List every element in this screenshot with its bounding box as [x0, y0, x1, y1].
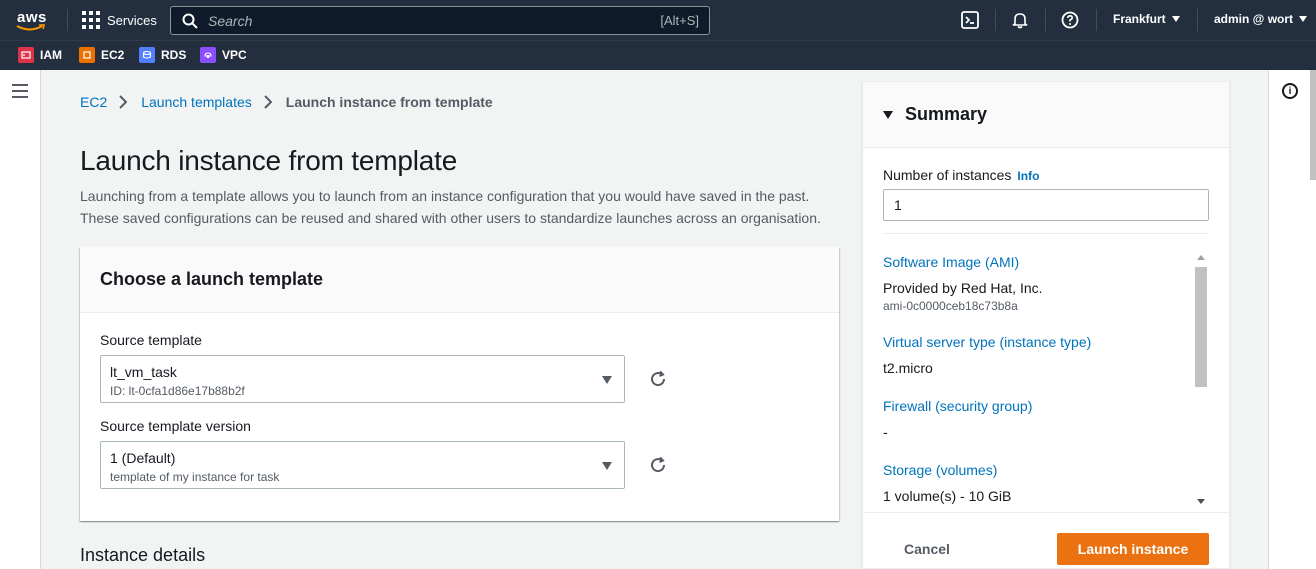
breadcrumb-current: Launch instance from template	[285, 94, 493, 110]
vpc-service-icon	[200, 47, 216, 63]
template-version-label: Source template version	[100, 418, 251, 434]
menu-icon[interactable]	[12, 84, 28, 98]
summary-details-list: Software Image (AMI) Provided by Red Hat…	[883, 247, 1209, 509]
left-rail	[0, 70, 41, 569]
cancel-button[interactable]: Cancel	[885, 533, 969, 565]
source-template-select[interactable]: lt_vm_task ID: lt-0cfa1d86e17b88b2f	[100, 355, 625, 403]
firewall-link[interactable]: Firewall (security group)	[883, 398, 1032, 414]
search-bar[interactable]: [Alt+S]	[170, 6, 710, 35]
ec2-service-icon	[79, 47, 95, 63]
summary-title: Summary	[905, 104, 988, 124]
instance-type-value: t2.micro	[883, 360, 933, 376]
page-description: Launching from a template allows you to …	[80, 188, 821, 226]
firewall-value: -	[883, 424, 888, 440]
aws-smile-icon	[16, 24, 46, 31]
refresh-icon[interactable]	[647, 368, 669, 390]
account-label: admin @ wort	[1214, 12, 1294, 26]
chevron-right-icon	[264, 95, 274, 109]
chevron-right-icon	[119, 95, 129, 109]
source-template-id: ID: lt-0cfa1d86e17b88b2f	[110, 384, 245, 398]
right-rail: i	[1268, 70, 1316, 569]
caret-down-icon	[1171, 16, 1180, 22]
breadcrumb-link-launch-templates[interactable]: Launch templates	[141, 94, 252, 110]
search-icon	[182, 13, 198, 29]
help-icon[interactable]	[1060, 10, 1080, 30]
caret-down-icon	[1299, 16, 1308, 22]
search-input[interactable]	[208, 12, 661, 29]
launch-template-card: Choose a launch template Source template…	[80, 247, 839, 521]
breadcrumb-link-ec2[interactable]: EC2	[80, 94, 107, 110]
rds-service-icon	[139, 47, 155, 63]
favorite-label: RDS	[161, 48, 187, 62]
cloudshell-icon[interactable]	[960, 10, 980, 30]
favorite-label: VPC	[222, 48, 247, 62]
aws-logo[interactable]: aws	[16, 7, 52, 33]
divider	[883, 233, 1209, 234]
storage-value: 1 volume(s) - 10 GiB	[883, 488, 1012, 504]
nav-divider	[1096, 9, 1097, 31]
nav-divider	[1045, 9, 1046, 31]
refresh-icon[interactable]	[647, 454, 669, 476]
region-label: Frankfurt	[1113, 12, 1166, 26]
divider	[863, 512, 1229, 513]
number-of-instances-input[interactable]	[883, 189, 1209, 221]
number-of-instances-label: Number of instances Info	[883, 167, 1039, 183]
favorite-label: IAM	[40, 48, 62, 62]
instance-type-link[interactable]: Virtual server type (instance type)	[883, 334, 1091, 350]
template-version-description: template of my instance for task	[110, 470, 280, 484]
favorite-label: EC2	[101, 48, 125, 62]
favorite-iam[interactable]: IAM	[18, 47, 62, 63]
storage-link[interactable]: Storage (volumes)	[883, 462, 997, 478]
nav-divider	[1197, 9, 1198, 31]
caret-down-icon	[883, 110, 893, 119]
caret-down-icon	[602, 462, 612, 470]
favorite-rds[interactable]: RDS	[139, 47, 186, 63]
summary-toggle[interactable]: Summary	[863, 82, 1229, 148]
breadcrumb: EC2 Launch templates Launch instance fro…	[80, 94, 493, 110]
launch-instance-button[interactable]: Launch instance	[1057, 533, 1209, 565]
services-label: Services	[107, 12, 157, 28]
scroll-down-icon[interactable]	[1197, 499, 1205, 504]
instance-details-heading[interactable]: Instance details	[80, 545, 205, 566]
ami-provider: Provided by Red Hat, Inc.	[883, 280, 1043, 296]
page-title: Launch instance from template	[80, 145, 458, 176]
nav-divider	[995, 9, 996, 31]
ami-link[interactable]: Software Image (AMI)	[883, 254, 1019, 270]
template-version-value: 1 (Default)	[110, 450, 176, 466]
grid-icon	[82, 11, 100, 29]
source-template-label: Source template	[100, 332, 202, 348]
scroll-up-icon[interactable]	[1197, 255, 1205, 260]
summary-panel: Summary Number of instances Info Software…	[862, 81, 1230, 569]
source-template-value: lt_vm_task	[110, 364, 177, 380]
info-panel-icon[interactable]: i	[1282, 83, 1298, 99]
top-navigation: aws Services [Alt+S]	[0, 0, 1316, 40]
card-header: Choose a launch template	[80, 247, 839, 313]
page-scrollbar-thumb[interactable]	[1310, 70, 1316, 180]
template-version-select[interactable]: 1 (Default) template of my instance for …	[100, 441, 625, 489]
iam-service-icon	[18, 47, 34, 63]
services-menu-button[interactable]: Services	[82, 10, 157, 30]
scrollbar-thumb[interactable]	[1195, 267, 1207, 387]
favorite-vpc[interactable]: VPC	[200, 47, 247, 63]
ami-id: ami-0c0000ceb18c73b8a	[883, 299, 1018, 313]
summary-scrollbar[interactable]	[1194, 250, 1208, 508]
favorites-bar: IAM EC2 RDS VPC	[0, 40, 1316, 70]
search-shortcut-hint: [Alt+S]	[660, 13, 699, 28]
favorite-ec2[interactable]: EC2	[79, 47, 124, 63]
account-menu[interactable]: admin @ wort	[1214, 12, 1308, 26]
caret-down-icon	[602, 376, 612, 384]
number-of-instances-text: Number of instances	[883, 167, 1012, 183]
info-link[interactable]: Info	[1017, 169, 1039, 183]
region-selector[interactable]: Frankfurt	[1113, 12, 1180, 26]
bell-icon[interactable]	[1010, 10, 1030, 30]
nav-divider	[67, 9, 68, 31]
